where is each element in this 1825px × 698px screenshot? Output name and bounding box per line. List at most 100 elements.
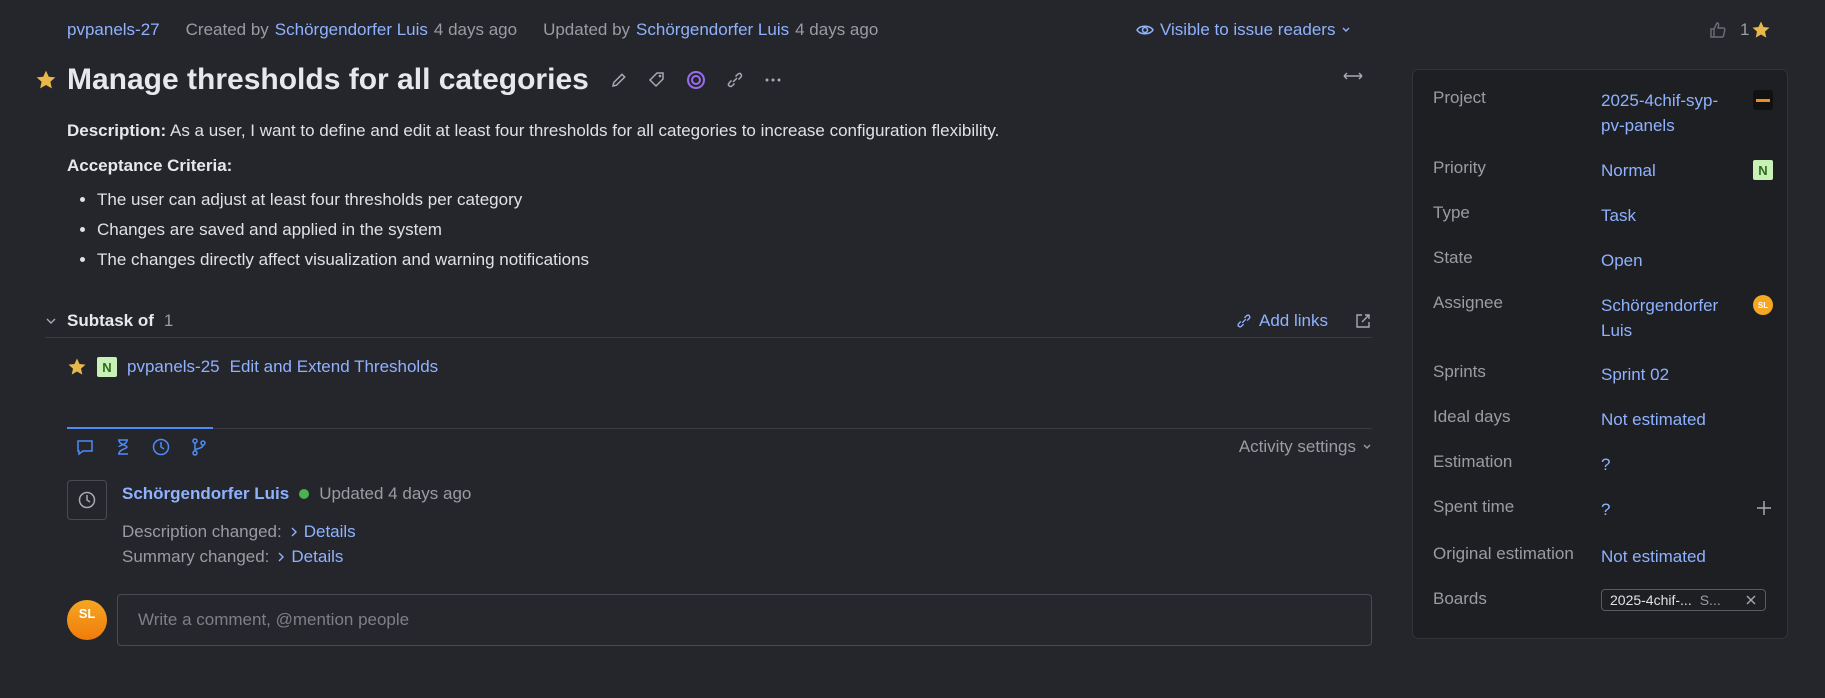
priority-value: Normal: [1601, 161, 1656, 180]
project-link[interactable]: 2025-4chif-syp-pv-panels: [1601, 88, 1741, 138]
field-original-estimation[interactable]: Original estimation Not estimated: [1433, 544, 1773, 569]
list-item: The user can adjust at least four thresh…: [97, 189, 1367, 211]
history-entry-icon: [67, 480, 107, 520]
activity-entry-header: Schörgendorfer Luis Updated 4 days ago: [122, 484, 471, 504]
subtask-count: 1: [163, 310, 174, 330]
activity-author-link[interactable]: Schörgendorfer Luis: [122, 484, 289, 504]
activity-updated: Updated 4 days ago: [319, 484, 472, 503]
field-label: Project: [1433, 88, 1486, 107]
field-ideal-days[interactable]: Ideal days Not estimated: [1433, 407, 1773, 432]
ai-assistant-icon[interactable]: [685, 69, 707, 91]
field-type[interactable]: Type Task: [1433, 203, 1773, 228]
description-text: As a user, I want to define and edit at …: [169, 121, 1000, 140]
change-label: Summary changed:: [122, 547, 270, 566]
project-icon: [1753, 90, 1773, 110]
page-title: Manage thresholds for all categories: [67, 63, 589, 96]
assignee-avatar: SL: [1753, 295, 1773, 315]
board-chip-label: 2025-4chif-...: [1610, 592, 1692, 608]
field-spent-time[interactable]: Spent time ?: [1433, 497, 1773, 522]
history-tab-icon[interactable]: [151, 437, 171, 457]
plus-icon[interactable]: [1755, 499, 1773, 517]
visibility-label: Visible to issue readers: [1160, 20, 1336, 39]
type-value: Task: [1601, 206, 1636, 225]
active-tab-indicator: [67, 427, 213, 429]
issue-description: Description: As a user, I want to define…: [67, 120, 1367, 279]
field-label: Spent time: [1433, 497, 1515, 516]
visibility-dropdown[interactable]: Visible to issue readers: [1136, 20, 1351, 40]
comments-tab-icon[interactable]: [75, 437, 95, 457]
activity-tabs: Activity settings: [67, 427, 1372, 458]
chevron-down-icon: [1362, 443, 1372, 451]
star-icon[interactable]: [1751, 20, 1771, 40]
updated-ago: 4 days ago: [795, 20, 879, 39]
vote-area: 1: [1708, 20, 1771, 40]
activity-settings-label: Activity settings: [1238, 436, 1356, 456]
vcs-tab-icon[interactable]: [189, 437, 209, 457]
chevron-right-icon: [277, 551, 285, 563]
subtask-item: N pvpanels-25 Edit and Extend Thresholds: [67, 357, 438, 377]
work-items-tab-icon[interactable]: [113, 437, 133, 457]
vote-count: 1: [1740, 20, 1750, 39]
title-row: Manage thresholds for all categories: [35, 58, 783, 102]
tag-icon[interactable]: [647, 70, 667, 90]
list-item: Changes are saved and applied in the sys…: [97, 219, 1367, 241]
collapse-chevron-icon[interactable]: [45, 316, 57, 326]
star-icon[interactable]: [67, 357, 87, 377]
comment-input[interactable]: Write a comment, @mention people: [117, 594, 1372, 646]
thumbs-up-icon[interactable]: [1708, 20, 1728, 40]
criteria-label: Acceptance Criteria:: [67, 156, 233, 175]
estimation-value: ?: [1601, 455, 1611, 474]
updater-link[interactable]: Schörgendorfer Luis: [636, 20, 789, 40]
subtask-id-link[interactable]: pvpanels-25: [127, 357, 220, 377]
add-links-button[interactable]: Add links: [1235, 311, 1328, 331]
chevron-down-icon: [1341, 26, 1351, 34]
details-label: Details: [303, 522, 356, 541]
field-label: Assignee: [1433, 293, 1503, 312]
created-ago: 4 days ago: [433, 20, 518, 39]
ideal-days-value: Not estimated: [1601, 410, 1706, 429]
issue-id-link[interactable]: pvpanels-27: [67, 20, 160, 40]
clock-icon: [77, 490, 97, 510]
expand-icon[interactable]: [1342, 70, 1364, 82]
pencil-icon[interactable]: [609, 70, 629, 90]
field-label: Sprints: [1433, 362, 1486, 381]
issue-meta: pvpanels-27 Created by Schörgendorfer Lu…: [67, 20, 878, 40]
description-label: Description:: [67, 121, 167, 140]
created-prefix: Created by: [185, 20, 269, 39]
creator-link[interactable]: Schörgendorfer Luis: [275, 20, 428, 40]
open-external-icon[interactable]: [1354, 312, 1372, 330]
subtask-title-link[interactable]: Edit and Extend Thresholds: [230, 357, 439, 377]
comment-placeholder: Write a comment, @mention people: [138, 610, 410, 629]
sprints-value: Sprint 02: [1601, 365, 1670, 384]
board-chip[interactable]: 2025-4chif-... S...: [1601, 589, 1766, 611]
field-state[interactable]: State Open: [1433, 248, 1773, 273]
subtask-header: Subtask of 1 Add links: [45, 304, 1372, 338]
priority-badge: N: [97, 357, 117, 377]
details-label: Details: [291, 547, 344, 566]
field-project: Project 2025-4chif-syp-pv-panels: [1433, 88, 1773, 138]
link-icon[interactable]: [725, 70, 745, 90]
issue-fields-panel: Project 2025-4chif-syp-pv-panels Priorit…: [1412, 69, 1788, 639]
list-item: The changes directly affect visualizatio…: [97, 249, 1367, 271]
original-estimation-value: Not estimated: [1601, 547, 1706, 566]
field-estimation[interactable]: Estimation ?: [1433, 452, 1773, 477]
field-assignee[interactable]: Assignee Schörgendorfer Luis SL: [1433, 293, 1773, 343]
assignee-value: Schörgendorfer Luis: [1601, 296, 1719, 340]
field-label: Type: [1433, 203, 1470, 222]
online-status-dot: [299, 489, 310, 499]
details-toggle[interactable]: Details: [277, 547, 343, 567]
field-boards: Boards 2025-4chif-... S...: [1433, 589, 1773, 611]
close-icon[interactable]: [1745, 594, 1757, 606]
criteria-list: The user can adjust at least four thresh…: [67, 189, 1367, 271]
field-priority[interactable]: Priority Normal N: [1433, 158, 1773, 183]
activity-settings-dropdown[interactable]: Activity settings: [1239, 431, 1372, 457]
board-chip-suffix: S...: [1699, 592, 1721, 608]
field-label: State: [1433, 248, 1473, 267]
activity-change-row: Summary changed: Details: [122, 547, 343, 567]
details-toggle[interactable]: Details: [290, 522, 356, 542]
star-icon[interactable]: [35, 69, 57, 91]
field-sprints[interactable]: Sprints Sprint 02: [1433, 362, 1773, 387]
link-icon: [1235, 312, 1253, 330]
field-label: Boards: [1433, 589, 1487, 608]
more-icon[interactable]: [763, 70, 783, 90]
